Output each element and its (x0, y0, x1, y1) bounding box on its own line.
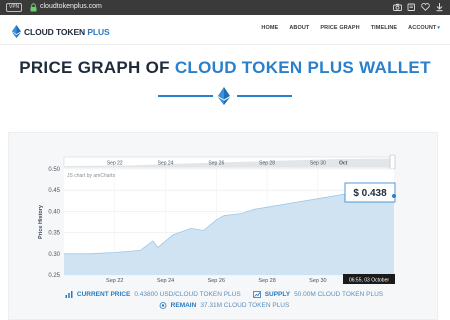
main-nav: HOME ABOUT PRICE GRAPH TIMELINE ACCOUNT▾ (261, 25, 440, 31)
supply-label: SUPPLY (264, 291, 291, 298)
y-tick-label: 0.50 (48, 167, 60, 173)
scrollbar-tick-label: Sep 24 (158, 161, 174, 167)
token-stats: CURRENT PRICE 0.43800 USD/CLOUD TOKEN PL… (9, 289, 439, 311)
page-title: PRICE GRAPH OF CLOUD TOKEN PLUS WALLET (0, 58, 450, 78)
bar-chart-icon (252, 291, 261, 298)
camera-icon[interactable] (393, 2, 402, 12)
cursor-date-label: 06:55, 03 October (349, 277, 389, 283)
y-tick-label: 0.40 (48, 209, 60, 215)
remain-value: 37.31M CLOUD TOKEN PLUS (200, 302, 290, 309)
price-cursor-point (392, 194, 396, 198)
x-axis-tick-labels: Sep 22 Sep 24 Sep 26 Sep 28 Sep 30 (106, 278, 327, 284)
supply-value: 50.00M CLOUD TOKEN PLUS (294, 291, 384, 298)
logo-text: CLOUD TOKEN PLUS (24, 27, 110, 37)
scrollbar-tick-label: Sep 28 (259, 161, 275, 167)
scrollbar-tick-label: Sep 26 (208, 161, 224, 167)
ethereum-logo-icon (12, 25, 21, 38)
ethereum-divider-icon (218, 87, 230, 105)
nav-timeline[interactable]: TIMELINE (371, 25, 397, 31)
nav-home[interactable]: HOME (261, 25, 278, 31)
y-tick-label: 0.25 (48, 273, 60, 279)
page-title-main: PRICE GRAPH OF (19, 58, 175, 77)
remain-label: REMAIN (170, 302, 197, 309)
x-tick-label: Sep 28 (258, 278, 275, 284)
y-tick-label: 0.45 (48, 188, 60, 194)
stats-row-bottom: REMAIN 37.31M CLOUD TOKEN PLUS (9, 300, 439, 311)
title-divider-left (158, 95, 213, 97)
y-tick-label: 0.35 (48, 231, 60, 237)
nav-about[interactable]: ABOUT (289, 25, 309, 31)
x-tick-label: Sep 24 (157, 278, 174, 284)
title-divider-right (237, 95, 292, 97)
scrollbar-grip[interactable] (389, 154, 396, 170)
url-field[interactable]: cloudtokenplus.com (40, 3, 102, 10)
price-tooltip-value: $ 0.438 (353, 188, 387, 199)
nav-account[interactable]: ACCOUNT▾ (408, 25, 440, 31)
current-price-value: 0.43800 USD/CLOUD TOKEN PLUS (134, 291, 241, 298)
logo-text-main: CLOUD TOKEN (24, 26, 88, 37)
site-header: CLOUD TOKEN PLUS HOME ABOUT PRICE GRAPH … (0, 15, 450, 45)
lock-icon (30, 3, 37, 12)
y-axis-label: Price History (38, 204, 44, 239)
download-icon[interactable] (435, 2, 444, 12)
x-tick-label: Sep 22 (106, 278, 123, 284)
browser-address-bar: VPN cloudtokenplus.com (0, 0, 450, 15)
y-tick-label: 0.30 (48, 252, 60, 258)
price-chart-card: Sep 22 Sep 24 Sep 26 Sep 28 Sep 30 Oct 0.50 0.… (8, 132, 438, 320)
page-title-accent: CLOUD TOKEN PLUS WALLET (174, 58, 431, 77)
balance-icon (159, 302, 167, 309)
nav-price-graph[interactable]: PRICE GRAPH (320, 25, 359, 31)
site-logo[interactable]: CLOUD TOKEN PLUS (12, 25, 110, 38)
scrollbar-tick-label: Sep 30 (310, 161, 326, 167)
copy-icon[interactable] (407, 2, 416, 12)
scrollbar-tick-label: Oct (339, 161, 348, 167)
price-chart[interactable]: Sep 22 Sep 24 Sep 26 Sep 28 Sep 30 Oct 0.500.… (9, 133, 439, 289)
nav-account-label: ACCOUNT (408, 25, 437, 31)
heart-icon[interactable] (421, 2, 430, 12)
logo-text-accent: PLUS (87, 26, 110, 37)
chevron-down-icon: ▾ (437, 25, 440, 31)
chart-line-icon (65, 291, 73, 298)
vpn-badge[interactable]: VPN (6, 3, 23, 12)
current-price-label: CURRENT PRICE (76, 291, 131, 298)
x-tick-label: Sep 26 (208, 278, 225, 284)
x-tick-label: Sep 30 (309, 278, 326, 284)
stats-row-top: CURRENT PRICE 0.43800 USD/CLOUD TOKEN PL… (9, 289, 439, 300)
scrollbar-tick-label: Sep 22 (107, 161, 123, 167)
chart-credit[interactable]: JS chart by amCharts (67, 173, 116, 179)
browser-tools (393, 2, 444, 12)
y-axis-tick-labels: 0.50 0.45 0.40 0.35 0.30 0.25 (48, 167, 60, 279)
